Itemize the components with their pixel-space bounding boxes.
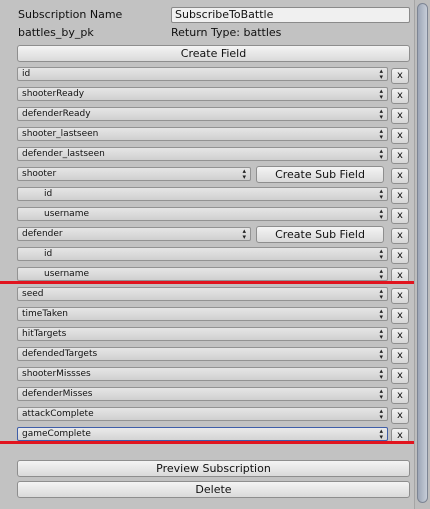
subscription-editor-panel: Subscription Name SubscribeToBattle batt… bbox=[0, 0, 414, 509]
dropdown-arrows-icon: ▴ ▾ bbox=[379, 407, 383, 421]
field-dropdown-label: defender_lastseen bbox=[22, 149, 105, 159]
field-dropdown[interactable]: username ▴ ▾ bbox=[17, 267, 388, 281]
dropdown-arrows-icon: ▴ ▾ bbox=[379, 187, 383, 201]
field-dropdown-label: id bbox=[22, 69, 31, 79]
dropdown-arrows-icon: ▴ ▾ bbox=[379, 67, 383, 81]
field-dropdown[interactable]: hitTargets ▴ ▾ bbox=[17, 327, 388, 341]
dropdown-arrows-icon: ▴ ▾ bbox=[379, 247, 383, 261]
field-dropdown[interactable]: shooterMissses ▴ ▾ bbox=[17, 367, 388, 381]
field-dropdown[interactable]: timeTaken ▴ ▾ bbox=[17, 307, 388, 321]
remove-field-button[interactable]: x bbox=[391, 208, 409, 224]
field-dropdown-label: shooter bbox=[22, 169, 57, 179]
subscription-name-input[interactable]: SubscribeToBattle bbox=[171, 7, 410, 23]
dropdown-arrows-icon: ▴ ▾ bbox=[379, 147, 383, 161]
field-dropdown[interactable]: defenderReady ▴ ▾ bbox=[17, 107, 388, 121]
field-dropdown-label: username bbox=[44, 269, 89, 279]
field-dropdown[interactable]: gameComplete ▴ ▾ bbox=[17, 427, 388, 441]
dropdown-arrows-icon: ▴ ▾ bbox=[242, 227, 246, 241]
field-dropdown-label: shooter_lastseen bbox=[22, 129, 99, 139]
create-sub-field-button[interactable]: Create Sub Field bbox=[256, 226, 384, 243]
field-dropdown-label: id bbox=[44, 249, 53, 259]
return-type-label: Return Type: battles bbox=[171, 26, 282, 39]
field-dropdown-label: defenderMisses bbox=[22, 389, 93, 399]
query-name-label: battles_by_pk bbox=[18, 26, 94, 39]
remove-field-button[interactable]: x bbox=[391, 388, 409, 404]
remove-field-button[interactable]: x bbox=[391, 308, 409, 324]
remove-field-button[interactable]: x bbox=[391, 68, 409, 84]
remove-field-button[interactable]: x bbox=[391, 188, 409, 204]
field-dropdown[interactable]: seed ▴ ▾ bbox=[17, 287, 388, 301]
dropdown-arrows-icon: ▴ ▾ bbox=[379, 87, 383, 101]
highlight-line-bottom bbox=[0, 441, 414, 444]
create-field-button[interactable]: Create Field bbox=[17, 45, 410, 62]
remove-field-button[interactable]: x bbox=[391, 148, 409, 164]
field-dropdown-label: timeTaken bbox=[22, 309, 68, 319]
dropdown-arrows-icon: ▴ ▾ bbox=[379, 367, 383, 381]
remove-field-button[interactable]: x bbox=[391, 288, 409, 304]
field-dropdown-label: gameComplete bbox=[22, 429, 91, 439]
dropdown-arrows-icon: ▴ ▾ bbox=[379, 287, 383, 301]
field-dropdown-label: shooterMissses bbox=[22, 369, 91, 379]
field-dropdown-label: username bbox=[44, 209, 89, 219]
field-dropdown[interactable]: defender ▴ ▾ bbox=[17, 227, 251, 241]
highlight-line-top bbox=[0, 281, 414, 284]
remove-field-button[interactable]: x bbox=[391, 88, 409, 104]
remove-field-button[interactable]: x bbox=[391, 128, 409, 144]
delete-button[interactable]: Delete bbox=[17, 481, 410, 498]
dropdown-arrows-icon: ▴ ▾ bbox=[379, 107, 383, 121]
create-sub-field-button[interactable]: Create Sub Field bbox=[256, 166, 384, 183]
field-dropdown[interactable]: defender_lastseen ▴ ▾ bbox=[17, 147, 388, 161]
field-dropdown-label: defenderReady bbox=[22, 109, 91, 119]
dropdown-arrows-icon: ▴ ▾ bbox=[379, 387, 383, 401]
remove-field-button[interactable]: x bbox=[391, 248, 409, 264]
dropdown-arrows-icon: ▴ ▾ bbox=[379, 307, 383, 321]
field-dropdown-label: hitTargets bbox=[22, 329, 67, 339]
dropdown-arrows-icon: ▴ ▾ bbox=[379, 127, 383, 141]
field-dropdown-label: shooterReady bbox=[22, 89, 85, 99]
dropdown-arrows-icon: ▴ ▾ bbox=[379, 327, 383, 341]
dropdown-arrows-icon: ▴ ▾ bbox=[379, 207, 383, 221]
field-dropdown[interactable]: defenderMisses ▴ ▾ bbox=[17, 387, 388, 401]
field-dropdown[interactable]: id ▴ ▾ bbox=[17, 67, 388, 81]
field-dropdown[interactable]: id ▴ ▾ bbox=[17, 247, 388, 261]
subscription-name-label: Subscription Name bbox=[18, 8, 123, 21]
field-dropdown-label: seed bbox=[22, 289, 44, 299]
preview-subscription-button[interactable]: Preview Subscription bbox=[17, 460, 410, 477]
remove-field-button[interactable]: x bbox=[391, 168, 409, 184]
scrollbar-thumb[interactable] bbox=[417, 3, 428, 503]
field-dropdown-label: defendedTargets bbox=[22, 349, 98, 359]
remove-field-button[interactable]: x bbox=[391, 408, 409, 424]
remove-field-button[interactable]: x bbox=[391, 328, 409, 344]
field-dropdown[interactable]: shooter_lastseen ▴ ▾ bbox=[17, 127, 388, 141]
field-dropdown[interactable]: shooter ▴ ▾ bbox=[17, 167, 251, 181]
remove-field-button[interactable]: x bbox=[391, 348, 409, 364]
remove-field-button[interactable]: x bbox=[391, 368, 409, 384]
field-dropdown[interactable]: attackComplete ▴ ▾ bbox=[17, 407, 388, 421]
field-dropdown[interactable]: shooterReady ▴ ▾ bbox=[17, 87, 388, 101]
field-dropdown-label: defender bbox=[22, 229, 63, 239]
field-dropdown-label: attackComplete bbox=[22, 409, 94, 419]
dropdown-arrows-icon: ▴ ▾ bbox=[379, 427, 383, 441]
dropdown-arrows-icon: ▴ ▾ bbox=[242, 167, 246, 181]
field-dropdown[interactable]: id ▴ ▾ bbox=[17, 187, 388, 201]
dropdown-arrows-icon: ▴ ▾ bbox=[379, 347, 383, 361]
field-dropdown[interactable]: username ▴ ▾ bbox=[17, 207, 388, 221]
dropdown-arrows-icon: ▴ ▾ bbox=[379, 267, 383, 281]
field-dropdown[interactable]: defendedTargets ▴ ▾ bbox=[17, 347, 388, 361]
field-dropdown-label: id bbox=[44, 189, 53, 199]
remove-field-button[interactable]: x bbox=[391, 108, 409, 124]
remove-field-button[interactable]: x bbox=[391, 228, 409, 244]
